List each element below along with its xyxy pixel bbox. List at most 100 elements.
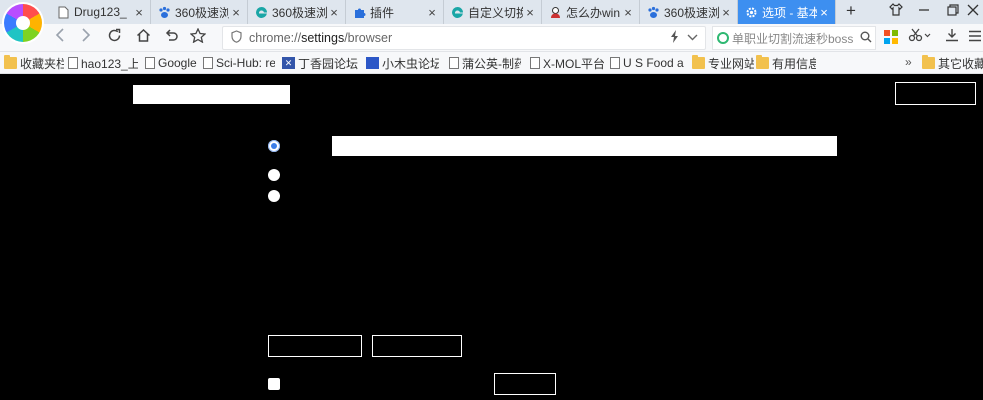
close-icon[interactable]: ×: [523, 5, 537, 20]
tab-drug123[interactable]: Drug123_ ×: [50, 0, 151, 24]
tab-title: 360极速浏: [664, 5, 719, 20]
page-icon: [56, 5, 70, 19]
puzzle-icon: [352, 5, 366, 19]
settings-search-field[interactable]: [133, 85, 290, 104]
tab-custom-switch[interactable]: 自定义切换 ×: [444, 0, 542, 24]
tab-title: 360极速浏: [272, 5, 327, 20]
url-path: /browser: [344, 31, 393, 45]
search-engine-icon: [717, 32, 729, 44]
bookmark-dxy[interactable]: ✕ 丁香园论坛 ·: [282, 55, 362, 71]
lightning-icon[interactable]: [665, 30, 683, 46]
tab-title: 自定义切换: [468, 5, 523, 20]
close-icon[interactable]: ×: [817, 5, 831, 20]
bookmark-sci-hub[interactable]: Sci-Hub: re: [203, 55, 275, 71]
address-bar[interactable]: chrome://settings/browser: [222, 26, 706, 50]
bookmark-label: U S Food an: [623, 56, 684, 70]
bookmarks-overflow-button[interactable]: »: [905, 55, 912, 69]
bookmark-label: Google: [158, 56, 197, 70]
undo-close-button[interactable]: [161, 28, 181, 48]
menu-icon[interactable]: [965, 28, 983, 48]
maximize-button[interactable]: [944, 3, 962, 21]
tab-how-to-win[interactable]: 怎么办win ×: [542, 0, 640, 24]
bookmark-folder-useful[interactable]: 有用信息: [756, 55, 816, 71]
close-icon[interactable]: ×: [132, 5, 146, 20]
reload-button[interactable]: [104, 28, 124, 48]
minimize-button[interactable]: [915, 3, 933, 21]
bookmark-google[interactable]: Google: [145, 55, 200, 71]
star-icon[interactable]: [188, 27, 208, 48]
bookmark-pharm[interactable]: 蒲公英-制药: [449, 55, 521, 71]
folder-icon: [4, 55, 17, 69]
bookmark-label: 蒲公英-制药: [462, 56, 521, 71]
tab-360-browser-2[interactable]: 360极速浏 ×: [248, 0, 346, 24]
startup-radio-option-2[interactable]: [268, 169, 280, 181]
paw-icon: [157, 5, 171, 19]
edge-icon: [450, 5, 464, 19]
gear-icon: [744, 5, 758, 19]
search-input[interactable]: 单职业切割流速秒boss: [732, 30, 857, 47]
browser-logo-icon[interactable]: [4, 4, 42, 42]
tab-settings-basic[interactable]: 选项 - 基本 ×: [738, 0, 836, 24]
page-icon: [68, 57, 78, 69]
back-button[interactable]: [50, 28, 70, 48]
home-button[interactable]: [133, 28, 153, 48]
tab-title: 怎么办win: [566, 5, 621, 20]
folder-icon: [692, 55, 705, 69]
page-icon: [610, 57, 620, 69]
close-icon[interactable]: ×: [327, 5, 341, 20]
new-tab-button[interactable]: +: [842, 2, 860, 20]
skin-icon[interactable]: [887, 3, 905, 21]
bookmark-label: 其它收藏: [938, 56, 983, 71]
close-icon[interactable]: ×: [425, 5, 439, 20]
forward-button[interactable]: [76, 28, 96, 48]
bookmark-label: 有用信息: [772, 56, 816, 71]
page-icon: [530, 57, 540, 69]
close-icon[interactable]: ×: [719, 5, 733, 20]
settings-checkbox[interactable]: [268, 378, 280, 390]
tab-title: 选项 - 基本: [762, 5, 817, 20]
settings-button-3[interactable]: [494, 373, 556, 395]
bookmark-muchong[interactable]: 小木虫论坛-: [366, 55, 439, 71]
tab-strip: Drug123_ × 360极速浏 × 360极速浏 × 插件 × 自定义切换 …: [0, 0, 983, 24]
shield-icon[interactable]: [227, 30, 245, 46]
folder-icon: [756, 55, 769, 69]
search-icon[interactable]: [857, 31, 875, 46]
bookmark-label: hao123_上: [81, 56, 138, 71]
page-icon: [203, 57, 213, 69]
startup-url-field[interactable]: [332, 136, 837, 156]
startup-radio-option-3[interactable]: [268, 190, 280, 202]
scissors-icon[interactable]: [906, 28, 934, 48]
bookmark-label: 小木虫论坛-: [382, 56, 439, 71]
startup-radio-option-1[interactable]: [268, 140, 280, 152]
tab-360-browser-3[interactable]: 360极速浏 ×: [640, 0, 738, 24]
tab-extensions[interactable]: 插件 ×: [346, 0, 444, 24]
search-box[interactable]: 单职业切割流速秒boss: [712, 26, 876, 50]
address-url[interactable]: chrome://settings/browser: [249, 31, 665, 45]
close-window-button[interactable]: [964, 3, 982, 21]
header-action-button[interactable]: [895, 82, 976, 105]
bookmark-label: Sci-Hub: re: [216, 56, 275, 70]
tab-title: 插件: [370, 5, 395, 20]
bookmark-label: 收藏夹栏: [20, 56, 64, 71]
bookmark-folder-professional[interactable]: 专业网站: [692, 55, 754, 71]
download-icon[interactable]: [942, 28, 962, 48]
close-icon[interactable]: ×: [621, 5, 635, 20]
settings-button-2[interactable]: [372, 335, 462, 357]
bookmark-hao123[interactable]: hao123_上: [68, 55, 138, 71]
tab-title: 360极速浏: [175, 5, 229, 20]
bookmark-folder-other[interactable]: 其它收藏: [922, 55, 983, 71]
settings-button-1[interactable]: [268, 335, 362, 357]
close-icon[interactable]: ×: [229, 5, 243, 20]
bookmark-fda[interactable]: U S Food an: [610, 55, 684, 71]
settings-page: [0, 74, 983, 400]
tab-360-browser-1[interactable]: 360极速浏 ×: [151, 0, 248, 24]
edge-icon: [254, 5, 268, 19]
bookmark-folder-favorites[interactable]: 收藏夹栏: [4, 55, 64, 71]
bookmark-xmol[interactable]: X-MOL平台: [530, 55, 604, 71]
url-host: settings: [301, 31, 345, 45]
apps-grid-icon[interactable]: [884, 30, 898, 44]
folder-icon: [922, 55, 935, 69]
chevron-down-icon[interactable]: [683, 33, 701, 44]
paw-icon: [646, 5, 660, 19]
url-scheme: chrome://: [249, 31, 302, 45]
